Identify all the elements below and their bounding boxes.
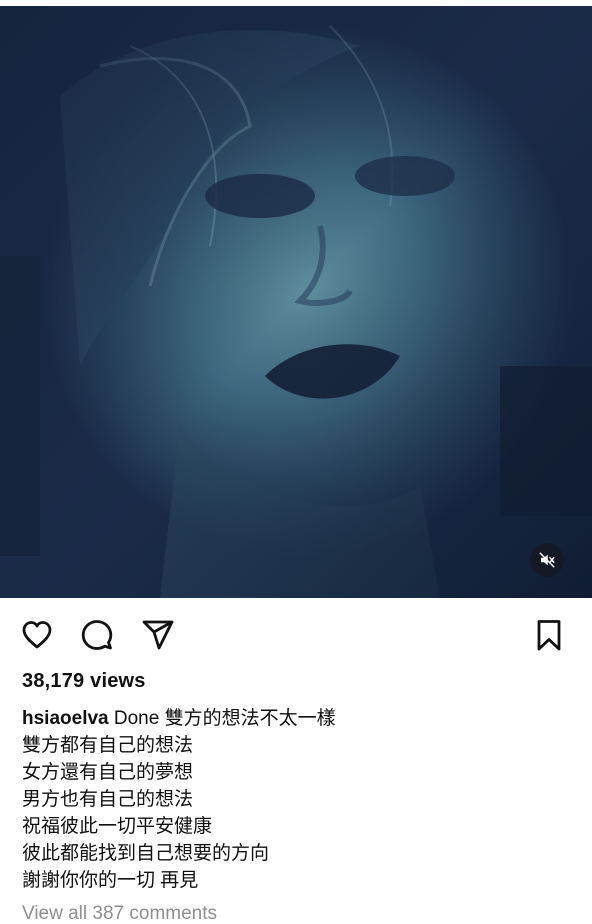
comment-button[interactable]: [80, 618, 114, 652]
username-link[interactable]: hsiaoelva: [22, 708, 109, 729]
video-frame-image: [0, 6, 592, 598]
caption-first-line: hsiaoelva Done 雙方的想法不太一樣: [22, 705, 582, 732]
save-button[interactable]: [532, 618, 566, 652]
view-count: 38,179 views: [22, 670, 146, 692]
bookmark-icon: [537, 620, 561, 651]
caption-text: Done 雙方的想法不太一樣: [113, 708, 336, 729]
post-actions-bar: [0, 610, 592, 660]
speaker-muted-icon: [539, 552, 555, 568]
post-video[interactable]: [0, 6, 592, 598]
post-caption: hsiaoelva Done 雙方的想法不太一樣 雙方都有自己的想法 女方還有自…: [22, 705, 582, 894]
caption-line: 男方也有自己的想法: [22, 789, 194, 810]
heart-icon: [22, 621, 52, 649]
caption-line: 彼此都能找到自己想要的方向: [22, 843, 270, 864]
share-button[interactable]: [141, 618, 175, 652]
caption-line: 雙方都有自己的想法: [22, 735, 194, 756]
caption-line: 祝福彼此一切平安健康: [22, 816, 213, 837]
instagram-post: 38,179 views hsiaoelva Done 雙方的想法不太一樣 雙方…: [0, 0, 592, 924]
caption-line: 謝謝你你的一切 再見: [22, 870, 199, 891]
view-all-comments-link[interactable]: View all 387 comments: [22, 903, 217, 924]
send-icon: [142, 620, 174, 650]
comment-icon: [81, 620, 113, 650]
mute-button[interactable]: [530, 543, 564, 577]
like-button[interactable]: [20, 618, 54, 652]
caption-line: 女方還有自己的夢想: [22, 762, 194, 783]
